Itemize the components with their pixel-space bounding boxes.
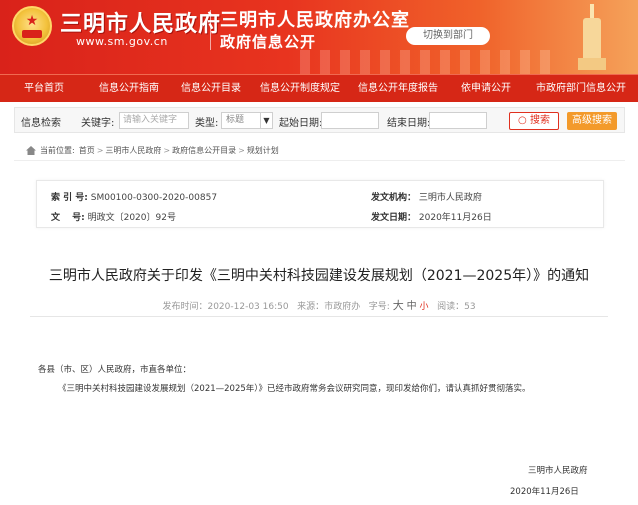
national-emblem-icon: ★ [12, 6, 52, 46]
main-nav: 平台首页 信息公开指南 信息公开目录 信息公开制度规定 信息公开年度报告 依申请… [0, 74, 638, 102]
search-icon: ○ [518, 115, 527, 126]
published-value: 2020-12-03 16:50 [207, 302, 289, 312]
font-size-medium-button[interactable]: 中 [407, 301, 417, 312]
divider [14, 160, 625, 161]
nav-item-departments[interactable]: 市政府部门信息公开 [524, 75, 638, 103]
meta-issuer-value: 三明市人民政府 [418, 193, 482, 203]
chevron-down-icon: ▼ [260, 113, 272, 128]
meta-index-value: SM00100-0300-2020-00857 [90, 193, 218, 203]
nav-item-apply[interactable]: 依申请公开 [448, 75, 524, 103]
views-label: 阅读： [437, 302, 465, 312]
font-size-label: 字号: [368, 302, 390, 312]
meta-docno-key: 文 号: [51, 213, 85, 223]
switch-dept-button[interactable]: 切换到部门 [406, 27, 490, 45]
published-label: 发布时间： [162, 302, 208, 312]
breadcrumb-item-plan[interactable]: 规划计划 [247, 145, 279, 156]
breadcrumb-item-gov[interactable]: 三明市人民政府 [105, 145, 161, 156]
document-meta-box: 索 引 号: SM00100-0300-2020-00857 发文机构： 三明市… [36, 180, 604, 228]
meta-docno: 文 号: 明政文〔2020〕92号 [51, 210, 176, 223]
site-header: ★ 三明市人民政府 www.sm.gov.cn 三明市人民政府办公室 政府信息公… [0, 0, 638, 74]
font-size-large-button[interactable]: 大 [393, 299, 404, 312]
article-info: 发布时间：2020-12-03 16:50 来源：市政府办 字号: 大 中 小 … [0, 297, 638, 313]
search-bar: 信息检索 关键字: 请输入关键字 类型: 标题 ▼ 起始日期: 结束日期: ○ … [14, 107, 625, 133]
site-url[interactable]: www.sm.gov.cn [76, 35, 168, 48]
source-label: 来源： [297, 302, 325, 312]
breadcrumb-separator: > [163, 146, 171, 155]
breadcrumb-current-label: 当前位置: [40, 146, 75, 155]
start-date-input[interactable] [321, 112, 379, 129]
breadcrumb-separator: > [238, 146, 245, 155]
great-wall-decoration [300, 50, 550, 74]
end-date-input[interactable] [429, 112, 487, 129]
keyword-label: 关键字: [81, 118, 115, 129]
meta-issuer-key: 发文机构： [371, 193, 417, 203]
nav-item-catalog[interactable]: 信息公开目录 [170, 75, 252, 103]
source-value: 市政府办 [324, 302, 361, 312]
breadcrumb-separator: > [96, 146, 104, 155]
office-title: 三明市人民政府办公室 [220, 10, 410, 31]
type-label: 类型: [195, 118, 219, 129]
search-button[interactable]: ○ 搜索 [509, 112, 559, 130]
meta-date-value: 2020年11月26日 [418, 213, 492, 223]
site-title[interactable]: 三明市人民政府 [60, 6, 221, 38]
meta-index: 索 引 号: SM00100-0300-2020-00857 [51, 190, 217, 203]
nav-item-rules[interactable]: 信息公开制度规定 [252, 75, 348, 103]
nav-item-guide[interactable]: 信息公开指南 [88, 75, 170, 103]
breadcrumb-item-catalog[interactable]: 政府信息公开目录 [172, 145, 236, 156]
monument-tower-icon [578, 4, 606, 70]
meta-date: 发文日期： 2020年11月26日 [371, 210, 492, 223]
type-select[interactable]: 标题 ▼ [221, 112, 273, 129]
keyword-input[interactable]: 请输入关键字 [119, 112, 189, 129]
meta-date-key: 发文日期： [371, 213, 417, 223]
nav-item-home[interactable]: 平台首页 [0, 75, 88, 103]
type-select-value: 标题 [226, 115, 245, 125]
search-button-label: 搜索 [529, 115, 550, 126]
meta-index-key: 索 引 号: [51, 193, 88, 203]
signature-date: 2020年11月26日 [510, 487, 579, 497]
home-icon [26, 146, 36, 155]
article-body: 《三明中关村科技园建设发展规划（2021—2025年）》已经市政府常务会议研究同… [58, 384, 531, 394]
nav-item-annual-report[interactable]: 信息公开年度报告 [348, 75, 448, 103]
breadcrumb: 当前位置: 首页 > 三明市人民政府 > 政府信息公开目录 > 规划计划 [26, 145, 279, 156]
search-section-label: 信息检索 [21, 118, 61, 129]
views-value: 53 [464, 302, 476, 312]
office-subtitle: 政府信息公开 [220, 33, 317, 51]
end-date-label: 结束日期: [387, 118, 431, 129]
advanced-search-button[interactable]: 高级搜索 [567, 112, 617, 130]
start-date-label: 起始日期: [279, 118, 323, 129]
breadcrumb-item-home[interactable]: 首页 [79, 145, 95, 156]
article-title: 三明市人民政府关于印发《三明中关村科技园建设发展规划（2021—2025年）》的… [48, 268, 590, 284]
header-divider [210, 10, 211, 50]
font-size-small-button[interactable]: 小 [419, 302, 428, 312]
signature-org: 三明市人民政府 [528, 466, 588, 476]
meta-issuer: 发文机构： 三明市人民政府 [371, 190, 482, 203]
divider [30, 316, 608, 317]
article-salutation: 各县（市、区）人民政府，市直各单位： [38, 365, 192, 375]
meta-docno-value: 明政文〔2020〕92号 [87, 213, 176, 223]
